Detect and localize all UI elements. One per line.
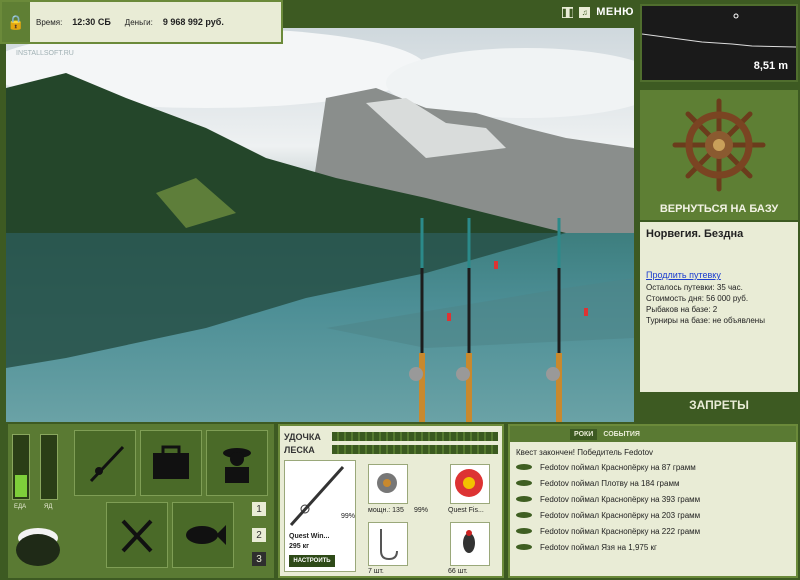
slot-3-button[interactable]: 3 bbox=[252, 552, 266, 566]
events-panel: РОКИ СОБЫТИЯ Квест закончен! Победитель … bbox=[508, 424, 798, 578]
rod-tension-bar bbox=[331, 432, 498, 441]
line-tension-label: ЛЕСКА bbox=[284, 444, 315, 455]
poison-label: ЯД bbox=[44, 504, 53, 510]
event-item: Fedotov поймал Краснопёрку на 393 грамм bbox=[510, 491, 796, 507]
rod-weight: 295 кг bbox=[289, 543, 310, 550]
tackle-box-icon[interactable] bbox=[140, 430, 202, 496]
lake-landscape bbox=[6, 28, 634, 422]
food-label: ЕДА bbox=[14, 504, 27, 510]
bait-slot[interactable] bbox=[450, 522, 490, 566]
time-label: Время: bbox=[36, 17, 63, 27]
reel-power: мощн.: 135 bbox=[368, 507, 404, 514]
float-2 bbox=[447, 313, 451, 321]
rod-name: Quest Win... bbox=[289, 533, 330, 540]
float-1 bbox=[494, 261, 498, 269]
slot-2-button[interactable]: 2 bbox=[252, 528, 266, 542]
fish-icon bbox=[516, 544, 532, 550]
cutlery-icon[interactable] bbox=[106, 502, 168, 568]
rod-slot-icon[interactable] bbox=[74, 430, 136, 496]
event-item: Fedotov поймал Язя на 1,975 кг bbox=[510, 539, 796, 555]
pause-icon[interactable]: ❚❚ bbox=[561, 6, 574, 18]
fish-icon bbox=[516, 512, 532, 518]
rod-slot[interactable]: 99% Quest Win... 295 кг НАСТРОИТЬ bbox=[284, 460, 356, 572]
money-value: 9 968 992 руб. bbox=[162, 17, 224, 27]
fish-icon bbox=[516, 528, 532, 534]
tournaments-info: Турниры на базе: не объявлены bbox=[646, 316, 765, 325]
day-cost: Стоимость дня: 56 000 руб. bbox=[646, 294, 749, 303]
cauldron-icon[interactable] bbox=[12, 516, 64, 574]
extend-permit-link[interactable]: Продлить путевку bbox=[646, 270, 721, 280]
permit-remaining: Осталось путевки: 35 час. bbox=[646, 283, 743, 292]
food-meter bbox=[12, 434, 30, 500]
depth-value: 8,51 m bbox=[753, 60, 788, 72]
reel-percent: 99% bbox=[414, 507, 429, 514]
watermark: INSTALLSOFT.RU bbox=[16, 50, 74, 57]
hook-slot[interactable] bbox=[368, 522, 408, 566]
base-info-panel: Норвегия. Бездна Продлить путевку Остало… bbox=[640, 222, 798, 392]
fishing-scene[interactable]: INSTALLSOFT.RU bbox=[6, 28, 634, 422]
rod-tension-label: УДОЧКА bbox=[284, 431, 321, 442]
event-item: Fedotov поймал Плотву на 184 грамм bbox=[510, 475, 796, 491]
line-slot[interactable] bbox=[450, 464, 490, 504]
fish-icon bbox=[516, 480, 532, 486]
fish-icon bbox=[516, 464, 532, 470]
poison-meter bbox=[40, 434, 58, 500]
line-tension-bar bbox=[331, 445, 498, 454]
lock-icon[interactable]: 🔒 bbox=[2, 2, 30, 42]
return-to-base-panel[interactable] bbox=[640, 90, 798, 220]
game-time: 12:30 СБ bbox=[72, 17, 111, 27]
tab-events[interactable]: СОБЫТИЯ bbox=[603, 431, 640, 438]
hooks-count: 7 шт. bbox=[368, 568, 384, 575]
line-name: Quest Fis... bbox=[448, 507, 484, 514]
inventory-panel: ЕДА ЯД 1 2 3 bbox=[8, 424, 274, 578]
status-bar: 🔒 Время: 12:30 СБ Деньги: 9 968 992 руб. bbox=[0, 0, 283, 44]
fisherman-icon[interactable] bbox=[206, 430, 268, 496]
fish-icon bbox=[516, 496, 532, 502]
bans-button[interactable]: ЗАПРЕТЫ bbox=[640, 398, 798, 418]
event-item: Fedotov поймал Краснопёрку на 87 грамм bbox=[510, 459, 796, 475]
fishers-count: Рыбаков на базе: 2 bbox=[646, 305, 718, 314]
return-to-base-button[interactable]: ВЕРНУТЬСЯ НА БАЗУ bbox=[640, 203, 798, 219]
sound-icon[interactable]: ♫ bbox=[579, 6, 591, 18]
tab-fishermen[interactable]: РОКИ bbox=[570, 428, 598, 440]
quest-header: Квест закончен! Победитель Fedotov bbox=[516, 448, 654, 457]
setup-button[interactable]: НАСТРОИТЬ bbox=[289, 555, 335, 567]
money-label: Деньги: bbox=[124, 17, 153, 27]
bait-count: 66 шт. bbox=[448, 568, 468, 575]
ship-wheel-icon bbox=[672, 98, 766, 192]
event-item: Fedotov поймал Краснопёрку на 203 грамм bbox=[510, 507, 796, 523]
depth-meter: 8,51 m bbox=[640, 4, 798, 82]
tackle-panel: УДОЧКА ЛЕСКА 99% Quest Win... 295 кг НАС… bbox=[278, 424, 504, 578]
reel-slot[interactable] bbox=[368, 464, 408, 504]
slot-1-button[interactable]: 1 bbox=[252, 502, 266, 516]
rod-percent: 99% bbox=[341, 513, 356, 520]
menu-button[interactable]: МЕНЮ bbox=[596, 6, 634, 18]
float-3 bbox=[584, 308, 588, 316]
location-title: Норвегия. Бездна bbox=[646, 228, 744, 240]
event-item: Fedotov поймал Краснопёрку на 222 грамм bbox=[510, 523, 796, 539]
fish-icon[interactable] bbox=[172, 502, 234, 568]
top-controls: ❚❚ ♫ МЕНЮ bbox=[561, 6, 634, 18]
